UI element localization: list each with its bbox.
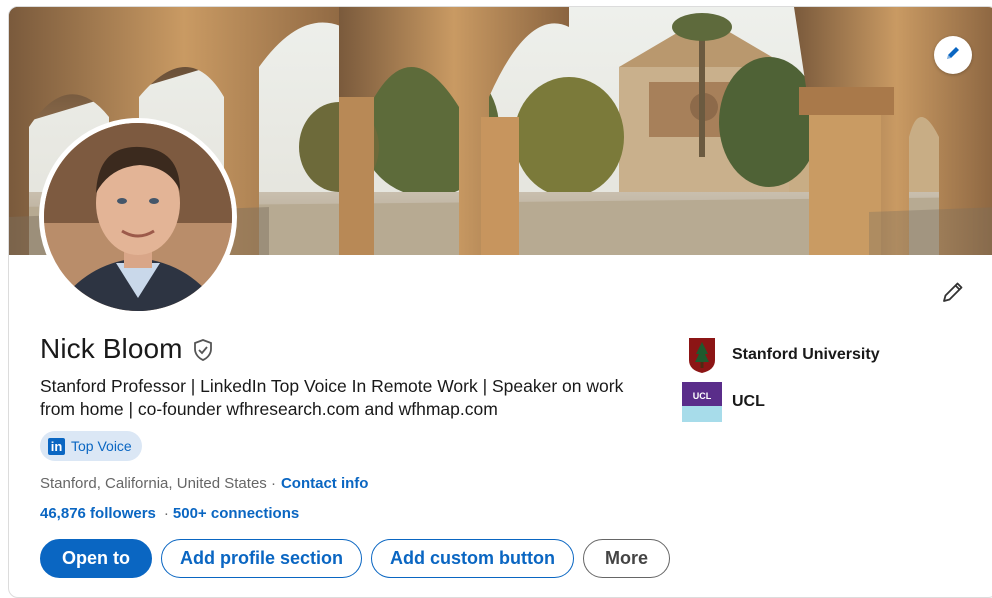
education-name: Stanford University xyxy=(732,346,880,363)
top-voice-badge[interactable]: in Top Voice xyxy=(40,431,142,461)
stanford-logo-icon xyxy=(682,335,722,375)
pencil-icon xyxy=(941,280,965,309)
verified-shield-icon[interactable] xyxy=(191,338,215,362)
more-button[interactable]: More xyxy=(583,539,670,578)
name-row: Nick Bloom xyxy=(40,333,215,365)
contact-info-link[interactable]: Contact info xyxy=(281,475,369,492)
linkedin-logo-icon: in xyxy=(48,437,65,455)
add-custom-button[interactable]: Add custom button xyxy=(371,539,574,578)
pencil-icon xyxy=(944,44,962,67)
badge-label: Top Voice xyxy=(71,438,132,454)
network-stats: 46,876 followers · 500+ connections xyxy=(40,505,299,522)
followers-link[interactable]: 46,876 followers xyxy=(40,505,156,522)
profile-card: Nick Bloom Stanford Professor | LinkedIn… xyxy=(8,6,992,598)
education-item-ucl[interactable]: UCL UCL xyxy=(682,382,765,422)
education-item-stanford[interactable]: Stanford University xyxy=(682,335,880,375)
connections-link[interactable]: 500+ connections xyxy=(173,505,299,522)
open-to-button[interactable]: Open to xyxy=(40,539,152,578)
svg-text:UCL: UCL xyxy=(693,391,712,401)
profile-actions: Open to Add profile section Add custom b… xyxy=(40,539,679,578)
ucl-logo-icon: UCL xyxy=(682,382,722,422)
profile-name: Nick Bloom xyxy=(40,333,183,364)
edit-banner-button[interactable] xyxy=(934,36,972,74)
add-profile-section-button[interactable]: Add profile section xyxy=(161,539,363,578)
location-row: Stanford, California, United States · Co… xyxy=(40,475,368,492)
stats-separator: · xyxy=(163,505,169,522)
profile-location: Stanford, California, United States · xyxy=(40,475,276,492)
education-name: UCL xyxy=(732,393,765,410)
profile-headline: Stanford Professor | LinkedIn Top Voice … xyxy=(40,376,624,419)
edit-intro-button[interactable] xyxy=(937,278,969,310)
profile-photo[interactable] xyxy=(39,118,237,316)
